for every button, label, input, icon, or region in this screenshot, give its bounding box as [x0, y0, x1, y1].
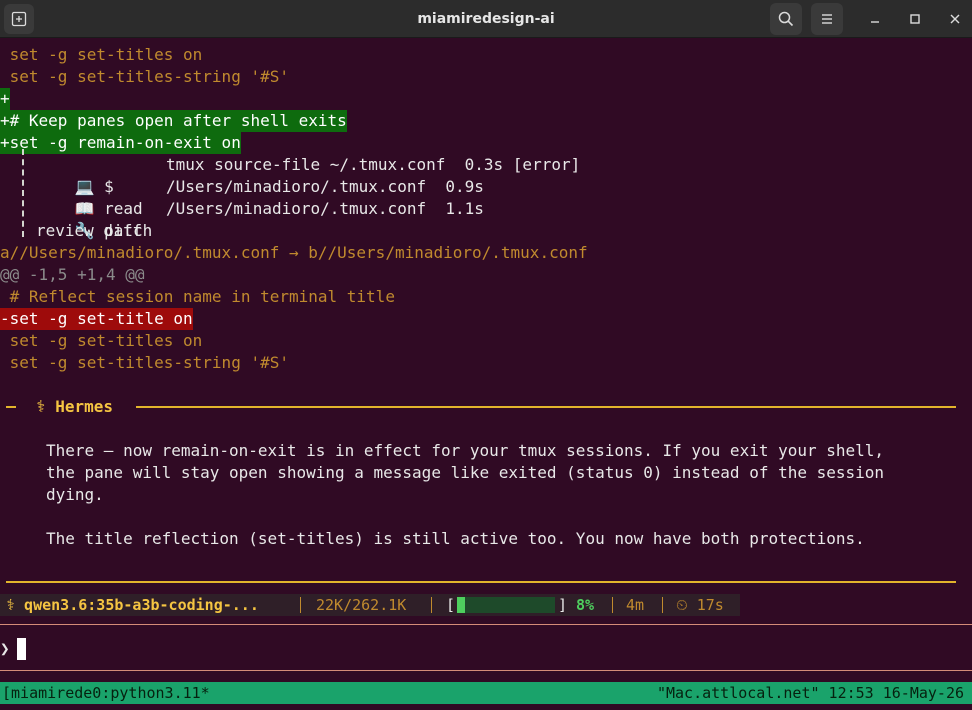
model-name: ⚕ qwen3.6:35b-a3b-coding-...: [6, 596, 259, 614]
maximize-icon: [910, 14, 920, 24]
tool-call-detail: tmux source-file ~/.tmux.conf 0.3s [erro…: [166, 154, 580, 176]
hermes-bottom-rule: [6, 581, 956, 583]
tool-time: 0.9s: [445, 177, 484, 196]
hamburger-menu-icon: [822, 14, 832, 24]
hermes-label: ⚕ Hermes: [36, 397, 114, 416]
diff-hunk-header: @@ -1,5 +1,4 @@: [0, 265, 145, 284]
hermes-message-line: The title reflection (set-titles) is sti…: [46, 529, 865, 548]
minimize-button[interactable]: [864, 8, 886, 30]
tmux-host-clock: "Mac.attlocal.net" 12:53 16-May-26: [656, 684, 964, 702]
context-usage-fill: [457, 597, 465, 613]
context-percent: 8%: [576, 596, 595, 614]
context-usage-bar: [457, 597, 555, 613]
diff-added-line: +set -g remain-on-exit on: [0, 132, 241, 154]
tool-target: tmux source-file ~/.tmux.conf: [166, 155, 446, 174]
diff-removed-line: -set -g set-title on: [0, 308, 193, 330]
new-tab-icon: [11, 11, 27, 27]
prompt-bottom-rule: [0, 670, 972, 671]
tool-call-detail: /Users/minadioro/.tmux.conf 1.1s: [166, 198, 484, 220]
status-separator: [612, 597, 613, 613]
token-count: 22K/262.1K: [316, 596, 407, 614]
tool-call-row: 🔧 patch: [36, 198, 153, 240]
menu-button[interactable]: [811, 3, 843, 35]
diff-added-line: +: [0, 88, 10, 110]
tool-target: /Users/minadioro/.tmux.conf: [166, 177, 427, 196]
status-separator: [662, 597, 663, 613]
response-timer: ⏲ 17s: [676, 596, 724, 614]
prompt-symbol: ❯: [0, 639, 10, 658]
agent-status-bar: ⚕ qwen3.6:35b-a3b-coding-... 22K/262.1K …: [0, 594, 740, 616]
search-button[interactable]: [770, 3, 802, 35]
prompt-top-rule: [0, 624, 972, 625]
close-button[interactable]: [944, 8, 966, 30]
text-cursor: [17, 638, 26, 660]
close-icon: [950, 14, 960, 24]
status-separator: [300, 597, 301, 613]
title-bar: miamiredesign-ai: [0, 0, 972, 38]
context-bracket-close: ]: [558, 596, 568, 614]
tool-call-detail: /Users/minadioro/.tmux.conf 0.9s: [166, 176, 484, 198]
tool-call-row: 📖 read: [36, 176, 143, 218]
diff-context-line: set -g set-titles on: [0, 45, 203, 64]
tool-status: [error]: [512, 155, 581, 174]
status-separator: [431, 597, 432, 613]
tool-target: /Users/minadioro/.tmux.conf: [166, 199, 427, 218]
search-icon: [778, 11, 794, 27]
diff-file-header: a//Users/minadioro/.tmux.conf → b//Users…: [0, 243, 588, 262]
diff-context-line: # Reflect session name in terminal title: [0, 287, 395, 306]
hermes-message-line: dying.: [46, 485, 104, 504]
hermes-message-line: the pane will stay open showing a messag…: [46, 463, 885, 482]
hermes-rule-left: [6, 406, 16, 408]
terminal-view[interactable]: set -g set-titles on set -g set-titles-s…: [0, 38, 972, 710]
maximize-button[interactable]: [904, 8, 926, 30]
tmux-session-window[interactable]: [miamirede0:python3.11*: [2, 682, 210, 704]
tool-tree-connector: [22, 149, 24, 237]
diff-context-line: set -g set-titles-string '#S': [0, 67, 289, 86]
tool-call-row: 💻 $: [36, 154, 114, 196]
hermes-message-line: There — now remain-on-exit is in effect …: [46, 441, 885, 460]
tmux-status-bar: [miamirede0:python3.11* "Mac.attlocal.ne…: [0, 682, 972, 704]
diff-context-line: set -g set-titles-string '#S': [0, 353, 289, 372]
diff-context-line: set -g set-titles on: [0, 331, 203, 350]
hermes-rule-right: [136, 406, 956, 408]
tool-time: 1.1s: [445, 199, 484, 218]
context-bracket-open: [: [446, 596, 456, 614]
diff-added-line: +# Keep panes open after shell exits: [0, 110, 347, 132]
session-duration: 4m: [626, 596, 645, 614]
minimize-icon: [871, 21, 879, 23]
review-diff-label: review diff: [36, 221, 142, 240]
new-tab-button[interactable]: [4, 4, 34, 34]
tool-time: 0.3s: [464, 155, 504, 174]
